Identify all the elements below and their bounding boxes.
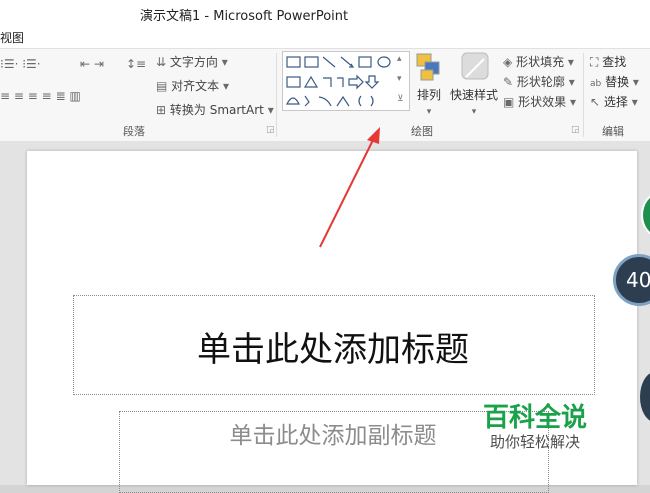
- drawing-group-label: 绘图: [411, 125, 433, 138]
- find-label: 查找: [602, 55, 627, 69]
- shape-fill-label: 形状填充: [516, 55, 565, 69]
- chevron-down-icon: ▾: [631, 95, 638, 109]
- binoculars-icon: ⛶: [590, 55, 599, 69]
- justify-icon: ≡: [41, 89, 52, 103]
- align-text-button[interactable]: ▤ 对齐文本 ▾: [156, 77, 229, 94]
- shapes-gallery-icons: [286, 56, 391, 107]
- shape-effects-button[interactable]: ▣ 形状效果 ▾: [503, 93, 576, 110]
- align-center-icon: ≡: [13, 89, 24, 103]
- line-spacing-icon: ↕≡: [126, 57, 147, 71]
- title-bar: 演示文稿1 - Microsoft PowerPoint: [0, 0, 650, 28]
- align-text-icon: ▤: [156, 79, 168, 93]
- shapes-gallery[interactable]: ▴ ▾ ⊻: [282, 51, 410, 111]
- columns-icon: ▥: [69, 89, 81, 103]
- window-title: 演示文稿1 - Microsoft PowerPoint: [140, 9, 349, 24]
- indent-buttons[interactable]: ⇤ ⇥: [80, 57, 104, 71]
- arrange-label: 排列: [416, 88, 441, 102]
- effects-icon: ▣: [503, 95, 515, 109]
- shape-effects-label: 形状效果: [518, 95, 567, 109]
- replace-label: 替换: [605, 75, 630, 89]
- chevron-down-icon: ▾: [570, 95, 577, 109]
- bullets-icon: ⁝☰·: [0, 57, 19, 71]
- quick-styles-button[interactable]: 快速样式 ▾: [450, 51, 498, 117]
- shape-fill-button[interactable]: ◈ 形状填充 ▾: [503, 53, 574, 70]
- select-label: 选择: [603, 95, 628, 109]
- pencil-icon: ✎: [503, 75, 514, 89]
- smartart-button[interactable]: ⊞ 转换为 SmartArt ▾: [156, 101, 274, 118]
- chevron-down-icon: ▾: [568, 75, 575, 89]
- select-button[interactable]: ↖ 选择 ▾: [590, 93, 638, 110]
- drawing-launcher-icon[interactable]: ◲: [571, 125, 580, 135]
- chevron-down-icon: ▾: [426, 107, 432, 117]
- align-buttons[interactable]: ≡ ≡ ≡ ≡ ≣ ▥: [0, 89, 81, 103]
- cursor-icon: ↖: [590, 95, 601, 109]
- align-right-icon: ≡: [27, 89, 38, 103]
- chevron-down-icon: ▾: [223, 79, 230, 93]
- text-direction-button[interactable]: ⇊ 文字方向 ▾: [156, 53, 228, 70]
- align-text-label: 对齐文本: [171, 79, 220, 93]
- quick-styles-label: 快速样式: [450, 88, 499, 102]
- arrange-icon: [416, 53, 440, 81]
- chevron-down-icon: ▾: [471, 107, 477, 117]
- gallery-scroll-up-icon[interactable]: ▴: [397, 54, 402, 64]
- arrange-button[interactable]: 排列 ▾: [414, 51, 444, 117]
- paint-bucket-icon: ◈: [503, 55, 513, 69]
- text-direction-icon: ⇊: [156, 55, 167, 69]
- find-button[interactable]: ⛶ 查找: [590, 53, 626, 70]
- smartart-label: 转换为 SmartArt: [169, 103, 264, 117]
- text-direction-label: 文字方向: [169, 55, 218, 69]
- tab-view[interactable]: 视图: [0, 29, 24, 46]
- distributed-icon: ≣: [55, 89, 66, 103]
- paragraph-launcher-icon[interactable]: ◲: [266, 125, 275, 135]
- chevron-down-icon: ▾: [267, 103, 274, 117]
- paragraph-group-label: 段落: [123, 125, 145, 138]
- line-spacing-button[interactable]: ↕≡: [126, 57, 146, 71]
- ribbon: ⁝☰· ⁝☰· ⇤ ⇥ ↕≡ ≡ ≡ ≡ ≡ ≣ ▥ ⇊ 文字方向 ▾ ▤ 对齐…: [0, 48, 650, 142]
- bullets-button[interactable]: ⁝☰· ⁝☰·: [0, 57, 41, 71]
- align-left-icon: ≡: [0, 89, 11, 103]
- replace-button[interactable]: ab 替换 ▾: [590, 73, 639, 90]
- editing-group-label: 编辑: [602, 125, 624, 138]
- gallery-scroll-down-icon[interactable]: ▾: [397, 74, 402, 84]
- group-divider: [276, 53, 277, 137]
- chevron-down-icon: ▾: [632, 75, 639, 89]
- chevron-down-icon: ▾: [221, 55, 228, 69]
- gallery-more-icon[interactable]: ⊻: [397, 94, 404, 104]
- chevron-down-icon: ▾: [567, 55, 574, 69]
- shape-outline-label: 形状轮廓: [516, 75, 565, 89]
- indent-icon: ⇤ ⇥: [80, 57, 104, 71]
- title-placeholder[interactable]: 单击此处添加标题: [73, 322, 593, 371]
- menu-bar: 视图: [0, 28, 650, 48]
- watermark-title: 百科全说: [483, 403, 588, 433]
- shape-outline-button[interactable]: ✎ 形状轮廓 ▾: [503, 73, 575, 90]
- smartart-icon: ⊞: [156, 103, 167, 117]
- numbering-icon: ⁝☰·: [22, 57, 41, 71]
- group-divider: [583, 53, 584, 137]
- replace-icon: ab: [590, 79, 602, 89]
- watermark-subtitle: 助你轻松解决: [490, 433, 581, 451]
- quick-styles-icon: [461, 52, 489, 80]
